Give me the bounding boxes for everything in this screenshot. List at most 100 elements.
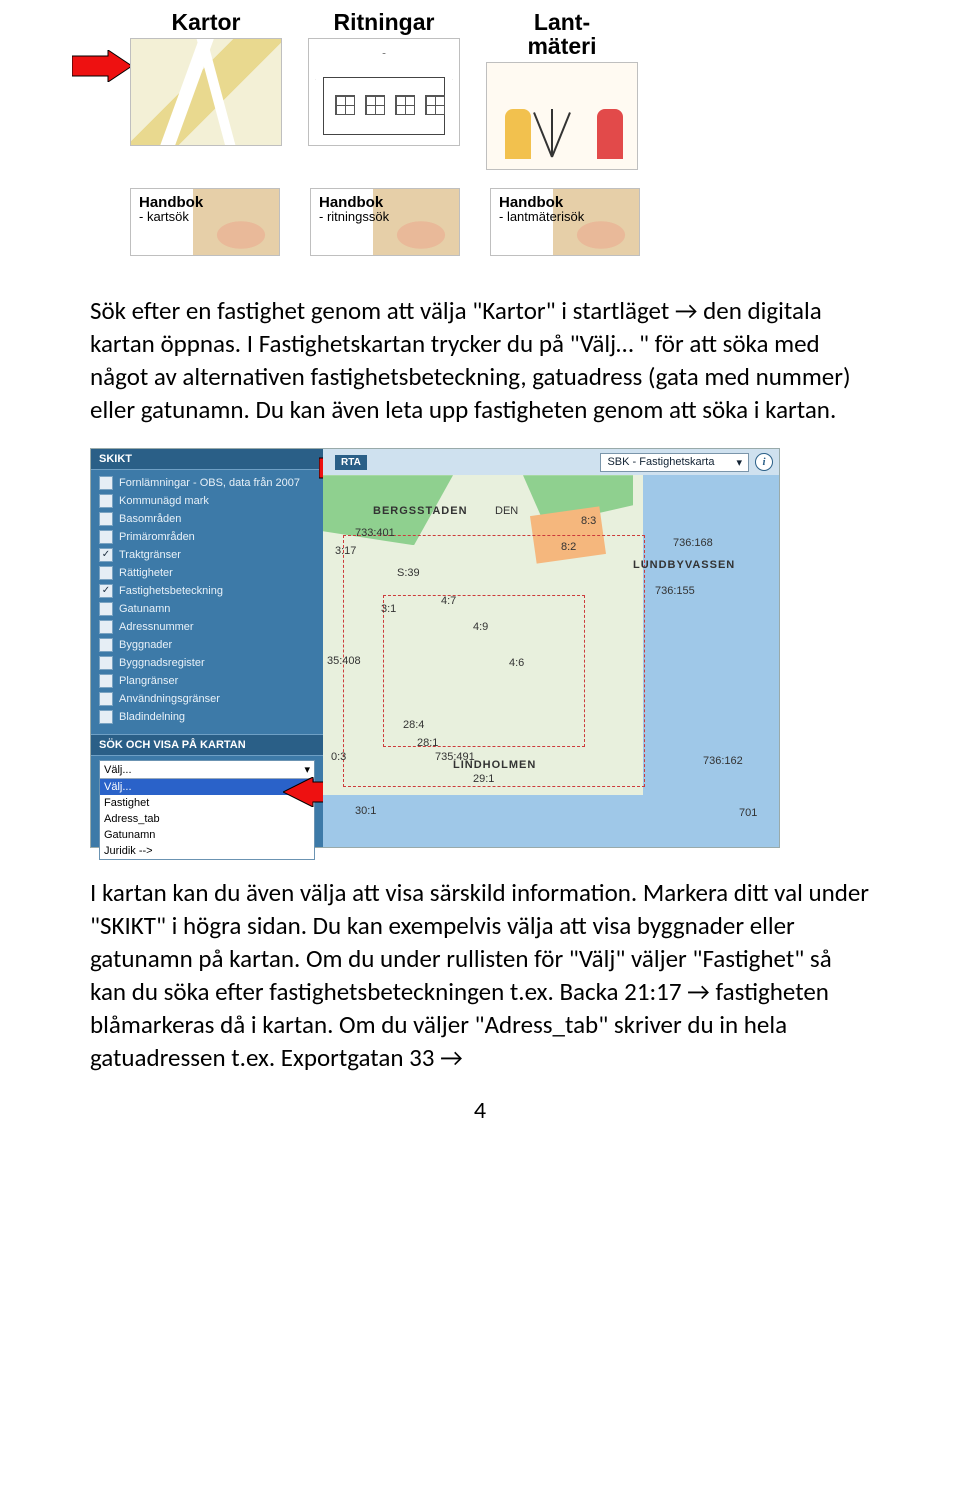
map-panel: RTA SBK - Fastighetskarta ▾ i Powered by… [323, 449, 779, 847]
map-screenshot: SKIKT Fornlämningar - OBS, data från 200… [90, 448, 780, 848]
handbok-kartsok[interactable]: Handbok - kartsök [130, 188, 280, 256]
layer-label: Användningsgränser [119, 693, 220, 705]
layer-label: Traktgränser [119, 549, 181, 561]
layer-item[interactable]: Fastighetsbeteckning [91, 582, 323, 600]
checkbox-icon[interactable] [99, 674, 113, 688]
map-label: 736:168 [673, 537, 713, 549]
paragraph-2: I kartan kan du även välja att visa särs… [90, 876, 870, 1074]
layer-item[interactable]: Basområden [91, 510, 323, 528]
tile-lantmateri-image [486, 62, 638, 170]
tile-kartor-title: Kartor [130, 10, 282, 34]
checkbox-icon[interactable] [99, 584, 113, 598]
layer-label: Gatunamn [119, 603, 170, 615]
tile-lantmateri[interactable]: Lant- mäteri [486, 10, 638, 170]
basemap-value: SBK - Fastighetskarta [607, 456, 714, 468]
layer-item[interactable]: Byggnadsregister [91, 654, 323, 672]
checkbox-icon[interactable] [99, 548, 113, 562]
map-label: BERGSSTADEN [373, 505, 468, 517]
select-option[interactable]: Fastighet [100, 795, 314, 811]
layer-label: Primärområden [119, 531, 195, 543]
layer-label: Rättigheter [119, 567, 173, 579]
map-label: LUNDBYVASSEN [633, 559, 735, 571]
layer-label: Adressnummer [119, 621, 194, 633]
checkbox-icon[interactable] [99, 476, 113, 490]
layer-item[interactable]: Plangränser [91, 672, 323, 690]
hand-icon [379, 211, 449, 251]
chevron-down-icon: ▾ [304, 763, 310, 776]
handbok-ritningssok[interactable]: Handbok - ritningssök [310, 188, 460, 256]
map-label: 736:162 [703, 755, 743, 767]
checkbox-icon[interactable] [99, 638, 113, 652]
map-label: 735:491 [435, 751, 475, 763]
map-label: 30:1 [355, 805, 376, 817]
tile-kartor[interactable]: Kartor [130, 10, 282, 170]
panel-search-header: SÖK OCH VISA PÅ KARTAN [91, 735, 323, 756]
map-label: 736:155 [655, 585, 695, 597]
layer-item[interactable]: Bladindelning [91, 708, 323, 726]
chevron-down-icon: ▾ [736, 456, 742, 469]
layer-item[interactable]: Kommunägd mark [91, 492, 323, 510]
map-label: 29:1 [473, 773, 494, 785]
select-option[interactable]: Juridik --> [100, 843, 314, 859]
select-option[interactable]: Gatunamn [100, 827, 314, 843]
map-label: 733:401 [355, 527, 395, 539]
checkbox-icon[interactable] [99, 530, 113, 544]
hand-icon [199, 211, 269, 251]
map-canvas[interactable]: BERGSSTADEN DEN LUNDBYVASSEN LINDHOLMEN … [323, 475, 779, 847]
checkbox-icon[interactable] [99, 602, 113, 616]
layer-item[interactable]: Traktgränser [91, 546, 323, 564]
page-number: 4 [90, 1096, 870, 1125]
select-option[interactable]: Adress_tab [100, 811, 314, 827]
layer-label: Byggnader [119, 639, 172, 651]
panel-skikt-header: SKIKT [91, 449, 323, 470]
topbar-label: RTA [335, 455, 367, 470]
map-label: DEN [495, 505, 518, 517]
tile-ritningar-title: Ritningar [308, 10, 460, 34]
layer-label: Plangränser [119, 675, 178, 687]
layer-item[interactable]: Byggnader [91, 636, 323, 654]
layer-item[interactable]: Rättigheter [91, 564, 323, 582]
layer-label: Fornlämningar - OBS, data från 2007 [119, 477, 300, 489]
map-label: 35:408 [327, 655, 361, 667]
layer-label: Bladindelning [119, 711, 185, 723]
tile-ritningar[interactable]: Ritningar [308, 10, 460, 170]
checkbox-icon[interactable] [99, 692, 113, 706]
select-option[interactable]: Välj... [100, 779, 314, 795]
checkbox-icon[interactable] [99, 656, 113, 670]
handbok-lantmaterisok[interactable]: Handbok - lantmäterisök [490, 188, 640, 256]
map-label: 8:3 [581, 515, 596, 527]
map-label: 4:6 [509, 657, 524, 669]
select-current-value: Välj... [104, 764, 132, 776]
layer-item[interactable]: Adressnummer [91, 618, 323, 636]
tile-kartor-image [130, 38, 282, 146]
map-label: 3:1 [381, 603, 396, 615]
checkbox-icon[interactable] [99, 620, 113, 634]
layer-label: Fastighetsbeteckning [119, 585, 223, 597]
basemap-select[interactable]: SBK - Fastighetskarta ▾ [600, 453, 749, 472]
handbok-title: Handbok [319, 195, 451, 210]
layer-item[interactable]: Användningsgränser [91, 690, 323, 708]
layer-item[interactable]: Fornlämningar - OBS, data från 2007 [91, 474, 323, 492]
map-label: 4:7 [441, 595, 456, 607]
layer-item[interactable]: Gatunamn [91, 600, 323, 618]
layer-item[interactable]: Primärområden [91, 528, 323, 546]
map-label: 3:17 [335, 545, 356, 557]
search-select[interactable]: Välj... ▾ Välj...FastighetAdress_tabGatu… [99, 760, 315, 860]
checkbox-icon[interactable] [99, 494, 113, 508]
map-label: 0:3 [331, 751, 346, 763]
info-icon[interactable]: i [755, 453, 773, 471]
map-label: 28:4 [403, 719, 424, 731]
map-label: 28:1 [417, 737, 438, 749]
checkbox-icon[interactable] [99, 512, 113, 526]
map-label: S:39 [397, 567, 420, 579]
map-label: 4:9 [473, 621, 488, 633]
handbok-title: Handbok [139, 195, 271, 210]
checkbox-icon[interactable] [99, 566, 113, 580]
layer-label: Basområden [119, 513, 181, 525]
hand-icon [559, 211, 629, 251]
map-label: 8:2 [561, 541, 576, 553]
layer-list: Fornlämningar - OBS, data från 2007 Kommu… [91, 470, 323, 734]
layer-label: Byggnadsregister [119, 657, 205, 669]
tile-ritningar-image [308, 38, 460, 146]
checkbox-icon[interactable] [99, 710, 113, 724]
